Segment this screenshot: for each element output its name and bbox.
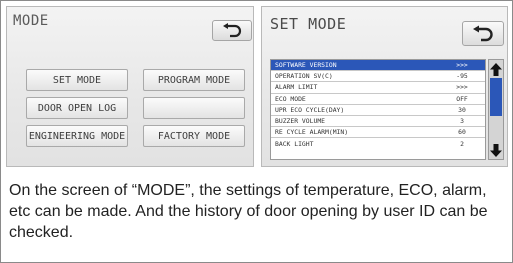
factory-mode-button[interactable]: FACTORY MODE — [143, 125, 245, 147]
setting-label: RE CYCLE ALARM(MIN) — [275, 128, 349, 137]
arrow-down-icon — [490, 143, 502, 157]
setting-value: >>> — [456, 61, 468, 70]
setting-label: OPERATION SV(C) — [275, 72, 333, 81]
blank-button[interactable] — [143, 97, 245, 119]
mode-screen: MODE SET MODE PROGRAM MODE DOOR OPEN LOG… — [6, 6, 254, 167]
settings-row[interactable]: ALARM LIMIT >>> — [271, 82, 485, 94]
arrow-up-icon — [490, 62, 502, 76]
scroll-thumb[interactable] — [490, 78, 502, 116]
settings-row[interactable]: SOFTWARE VERSION >>> — [271, 60, 485, 72]
settings-row[interactable]: UPR ECO CYCLE(DAY) 30 — [271, 105, 485, 116]
back-button[interactable] — [212, 20, 252, 41]
settings-row[interactable]: RE CYCLE ALARM(MIN) 60 — [271, 127, 485, 139]
setting-value: OFF — [456, 94, 468, 103]
set-mode-screen: SET MODE SOFTWARE VERSION >>> OPERATION … — [261, 6, 508, 167]
setting-value: 30 — [458, 105, 466, 114]
setting-value: >>> — [456, 83, 468, 92]
figure-frame: MODE SET MODE PROGRAM MODE DOOR OPEN LOG… — [0, 0, 513, 263]
setting-label: SOFTWARE VERSION — [275, 61, 337, 70]
setting-label: BACK LIGHT — [275, 139, 314, 148]
setting-label: ECO MODE — [275, 94, 306, 103]
return-arrow-icon — [473, 25, 493, 41]
settings-row[interactable]: OPERATION SV(C) -95 — [271, 71, 485, 83]
set-mode-button[interactable]: SET MODE — [26, 69, 128, 91]
mode-screen-title: MODE — [13, 13, 49, 29]
setting-label: ALARM LIMIT — [275, 83, 318, 92]
setting-value: -95 — [456, 72, 468, 81]
setting-value: 3 — [460, 117, 464, 126]
return-arrow-icon — [223, 22, 242, 37]
door-open-log-button[interactable]: DOOR OPEN LOG — [26, 97, 128, 119]
settings-row[interactable]: ECO MODE OFF — [271, 94, 485, 105]
setting-label: UPR ECO CYCLE(DAY) — [275, 105, 345, 114]
setting-label: BUZZER VOLUME — [275, 117, 326, 126]
caption-text: On the screen of “MODE”, the settings of… — [9, 182, 488, 241]
program-mode-button[interactable]: PROGRAM MODE — [143, 69, 245, 91]
setting-value: 2 — [460, 139, 464, 148]
scroll-up-button[interactable] — [489, 61, 503, 77]
settings-row[interactable]: BACK LIGHT 2 — [271, 138, 485, 149]
settings-list: SOFTWARE VERSION >>> OPERATION SV(C) -95… — [270, 59, 486, 160]
scroll-down-button[interactable] — [489, 142, 503, 158]
engineering-mode-button[interactable]: ENGINEERING MODE — [26, 125, 128, 147]
set-mode-screen-title: SET MODE — [270, 15, 347, 33]
setting-value: 60 — [458, 128, 466, 137]
settings-row[interactable]: BUZZER VOLUME 3 — [271, 116, 485, 128]
scrollbar[interactable] — [488, 59, 504, 160]
back-button[interactable] — [462, 21, 504, 46]
